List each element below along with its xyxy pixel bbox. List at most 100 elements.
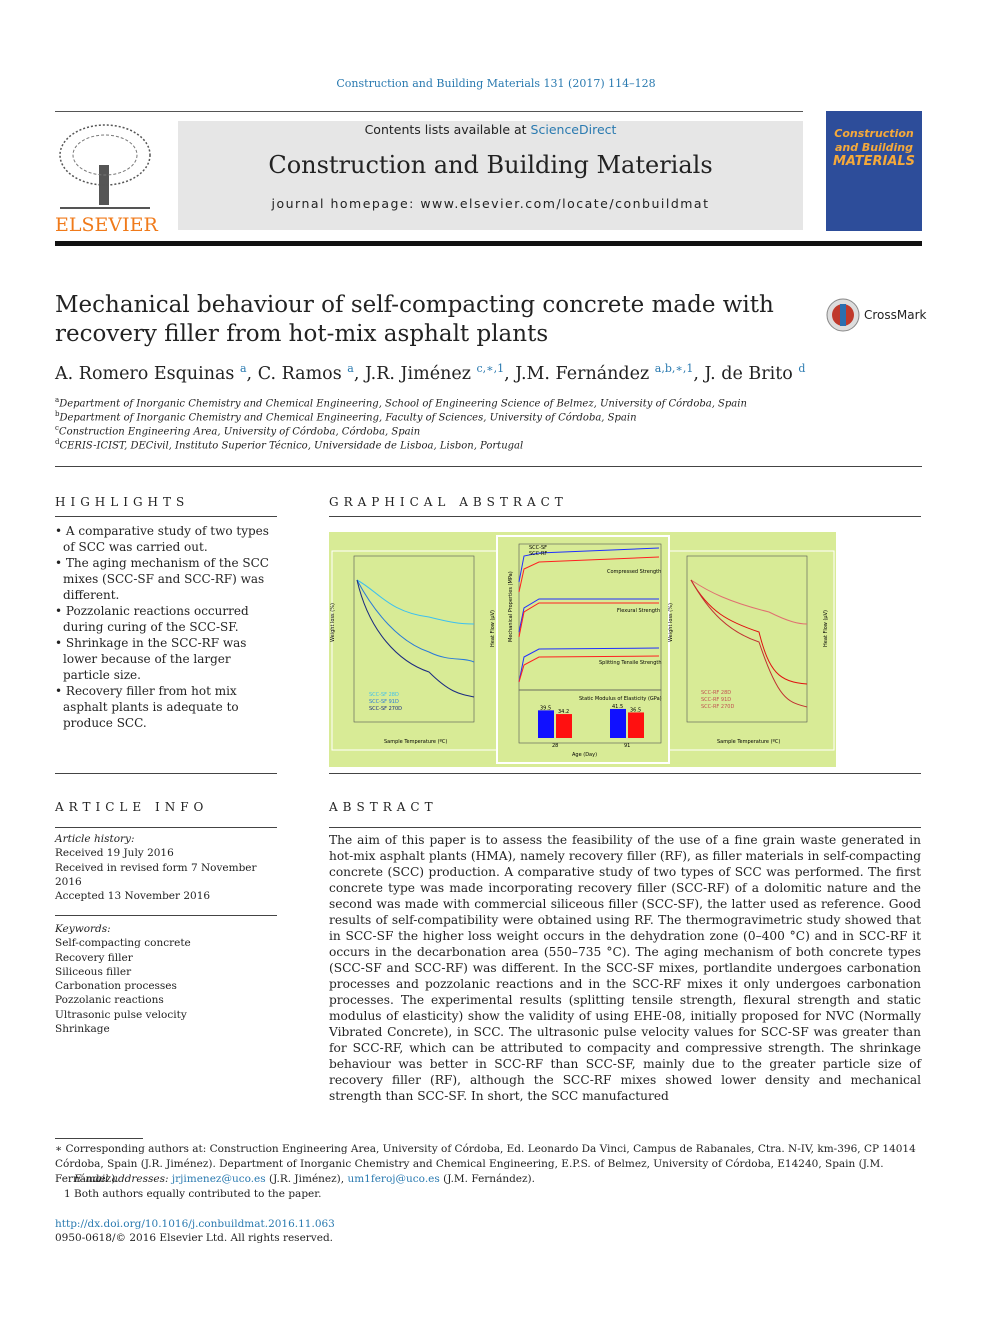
divider [55,516,277,517]
right-xlabel: Sample Temperature (ºC) [717,739,780,745]
affiliation: bDepartment of Inorganic Chemistry and C… [55,410,637,424]
doi-link[interactable]: http://dx.doi.org/10.1016/j.conbuildmat.… [55,1217,922,1232]
keyword: Carbonation processes [55,980,177,993]
elsevier-wordmark: ELSEVIER [55,214,158,236]
bar-scc-rf [628,712,644,738]
divider [55,827,277,828]
graphical-abstract-image: Weight loss (%) Heat Flow (µV) Sample Te… [329,532,836,767]
tree-icon [59,124,151,209]
bar-category-label: 91 [624,743,630,749]
affiliation: aDepartment of Inorganic Chemistry and C… [55,396,747,410]
legend-entry: SCC-SF 28D [369,692,399,698]
crossmark-button[interactable]: CrossMark [826,298,926,332]
keyword: Recovery filler [55,951,133,964]
abstract-heading: ABSTRACT [329,800,438,814]
series-label: Splitting Tensile Strength [599,660,662,666]
keyword: Ultrasonic pulse velocity [55,1008,187,1021]
left-y2label: Heat Flow (µV) [490,610,496,647]
abstract-text: The aim of this paper is to assess the f… [329,833,921,1103]
history-item: Received 19 July 2016 [55,847,174,860]
series-label: Compressed Strength [607,569,661,575]
bar-value-label: 41.5 [612,704,623,710]
journal-title: Construction and Building Materials [268,151,713,179]
article-page: Construction and Building Materials 131 … [0,0,992,1323]
sciencedirect-link[interactable]: ScienceDirect [531,122,617,137]
center-xlabel: Age (Day) [572,752,597,758]
copyright: 0950-0618/© 2016 Elsevier Ltd. All right… [55,1232,334,1244]
divider [55,466,922,467]
email-link[interactable]: um1feroj@uco.es [347,1173,439,1185]
keyword: Pozzolanic reactions [55,994,164,1007]
contents-text: Contents lists available at [364,122,531,137]
author[interactable]: C. Ramos a [258,362,354,384]
bar-scc-sf [610,708,626,738]
graphical-abstract-heading: GRAPHICAL ABSTRACT [329,495,568,509]
divider [329,516,921,517]
journal-banner: Contents lists available at ScienceDirec… [178,121,803,230]
divider [329,827,921,828]
x2label: Static Modulus of Elasticity (GPa) [579,696,662,702]
legend-entry: SCC-RF [529,551,547,557]
left-xlabel: Sample Temperature (ºC) [384,739,447,745]
highlight-item: • Recovery filler from hot mix asphalt p… [55,684,239,730]
left-ylabel: Weight loss (%) [330,603,336,642]
keywords-label: Keywords: [55,923,111,935]
affiliation: dCERIS-ICIST, DECivil, Instituto Superio… [55,438,524,452]
legend-entry: SCC-RF 28D [701,690,731,696]
highlights-heading: HIGHLIGHTS [55,495,190,509]
footnote-emails: E-mail addresses: jrjimenez@uco.es (J.R.… [74,1173,535,1185]
article-history: Article history: Received 19 July 2016 R… [55,832,277,903]
bar-value-label: 39.5 [540,705,551,711]
keyword: Self-compacting concrete [55,937,191,950]
keywords: Keywords: Self-compacting concrete Recov… [55,922,277,1036]
article-title: Mechanical behaviour of self-compacting … [55,292,774,347]
divider [329,773,921,774]
center-ylabel: Mechanical Properties (MPa) [508,571,514,642]
crossmark-icon [826,298,860,332]
divider [55,1138,143,1139]
bar-value-label: 36.5 [630,707,641,713]
author[interactable]: J.R. Jiménez c,∗,1 [365,362,504,384]
keyword: Shrinkage [55,1023,110,1036]
history-item: Received in revised form 7 November 2016 [55,861,257,888]
legend-entry: SCC-RF 270D [701,704,734,710]
highlight-item: • Pozzolanic reactions occurred during c… [55,604,249,634]
divider [55,773,277,774]
elsevier-logo: ELSEVIER [55,120,158,236]
divider [55,915,277,916]
divider [55,111,803,112]
legend-entry: SCC-SF 270D [369,706,402,712]
article-info-heading: ARTICLE INFO [55,800,209,814]
journal-reference-link[interactable]: Construction and Building Materials 131 … [0,77,992,90]
highlight-item: • Shrinkage in the SCC-RF was lower beca… [55,636,247,682]
journal-cover: Construction and Building MATERIALS [826,111,922,231]
highlights-list: • A comparative study of two types of SC… [55,523,277,731]
bar-category-label: 28 [552,743,558,749]
footnote-equal: 1 Both authors equally contributed to th… [64,1188,322,1200]
cover-text: and Building [834,141,914,154]
author[interactable]: J.M. Fernández a,b,∗,1 [515,362,693,384]
history-label: Article history: [55,833,135,845]
history-item: Accepted 13 November 2016 [55,890,211,903]
author-list: A. Romero Esquinas a, C. Ramos a, J.R. J… [55,362,806,384]
author[interactable]: A. Romero Esquinas a [55,362,247,384]
right-ylabel: Weight loss (%) [668,603,674,642]
keyword: Siliceous filler [55,965,132,978]
bar-value-label: 34.2 [558,709,569,715]
legend-entry: SCC-SF 91D [369,699,399,705]
bar-scc-rf [556,714,572,738]
legend-entry: SCC-RF 91D [701,697,731,703]
series-label: Flexural Strength [617,608,660,614]
right-y2label: Heat Flow (µV) [823,610,829,647]
cover-text: MATERIALS [832,154,916,169]
highlight-item: • The aging mechanism of the SCC mixes (… [55,556,269,602]
divider [55,241,922,246]
cover-text: Construction [834,127,914,140]
bar-scc-sf [538,710,554,738]
email-link[interactable]: jrjimenez@uco.es [172,1173,266,1185]
highlight-item: • A comparative study of two types of SC… [55,524,269,554]
journal-homepage[interactable]: journal homepage: www.elsevier.com/locat… [178,196,803,211]
affiliation: cConstruction Engineering Area, Universi… [55,424,421,438]
author[interactable]: J. de Brito d [705,362,806,384]
crossmark-label: CrossMark [864,308,927,322]
